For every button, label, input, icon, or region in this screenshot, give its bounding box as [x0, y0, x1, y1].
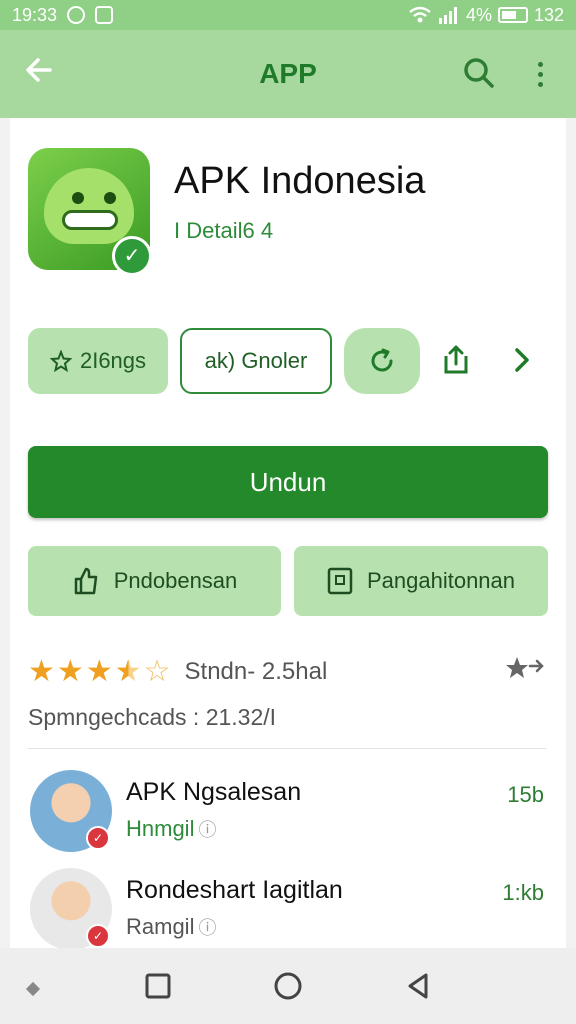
share-button[interactable]: [440, 344, 472, 376]
document-icon: [327, 567, 353, 595]
reviewer-subtitle-text: Hnmgil: [126, 816, 195, 841]
secondary-button-2[interactable]: Pangahitonnan: [294, 546, 548, 616]
star-arrow-icon: [506, 656, 544, 678]
rating-chip-label: 2I6ngs: [79, 348, 147, 373]
rating-row: ★ ★ ★ ★ ☆ Stndn- 2.5hal: [28, 650, 548, 694]
chevron-right-icon: [515, 348, 529, 372]
thumb-up-icon: [74, 567, 97, 595]
refresh-icon: [371, 348, 393, 372]
star-full-icon: ★: [28, 655, 55, 688]
app-bar: APP: [0, 30, 576, 118]
back-button[interactable]: [24, 54, 60, 94]
refresh-button[interactable]: [344, 328, 420, 394]
rating-chip[interactable]: 2I6ngs: [28, 328, 168, 394]
more-options-button[interactable]: [528, 56, 552, 92]
check-badge-icon: ✓: [86, 826, 110, 850]
downloads-text: Spmngechcads : 21.32/I: [28, 704, 277, 730]
download-button-label: Undun: [249, 466, 327, 497]
back-nav-button[interactable]: [400, 968, 436, 1004]
app-subtitle: I Detail6 4: [174, 218, 274, 243]
notification-icon: [67, 6, 86, 24]
reviewer-name: Rondeshart Iagitlan: [126, 876, 343, 904]
mouth-icon: [62, 210, 118, 230]
star-full-icon: ★: [85, 655, 113, 688]
star-rating: ★ ★ ★ ★ ☆: [28, 657, 171, 687]
secondary-button-1-label: Pndobensan: [113, 568, 238, 593]
gallery-icon: [95, 6, 114, 24]
eye-icon: [104, 192, 116, 204]
star-full-icon: ★: [56, 655, 84, 688]
battery-icon: [497, 7, 528, 23]
category-chip[interactable]: ak) Gnolеr: [180, 328, 332, 394]
search-button[interactable]: [462, 56, 498, 92]
info-icon: ⓘ: [198, 820, 217, 840]
category-chip-label: ak) Gnolеr: [204, 348, 308, 373]
wifi-icon: [409, 6, 431, 23]
reviewer-subtitle: Hnmgil ⓘ: [126, 816, 216, 842]
rating-text: Stndn- 2.5hal: [184, 658, 328, 685]
search-icon: [464, 58, 494, 88]
secondary-button-2-label: Pangahitonnan: [366, 568, 516, 593]
triangle-back-icon: [408, 973, 428, 999]
review-size: 1:kb: [502, 880, 544, 905]
star-outline-icon: [49, 350, 72, 372]
secondary-button-1[interactable]: Pndobensan: [28, 546, 281, 616]
list-item[interactable]: ✓ APK Ngsalesan Hnmgil ⓘ 15b: [28, 770, 548, 854]
reviewer-subtitle: Ramgil ⓘ: [126, 914, 216, 940]
status-bar: 19:33 4% 132: [0, 0, 576, 30]
share-icon: [444, 345, 468, 374]
divider: [28, 748, 546, 749]
review-size: 15b: [507, 782, 544, 807]
list-item[interactable]: ✓ Rondeshart Iagitlan Ramgil ⓘ 1:kb: [28, 868, 548, 952]
star-half-icon: ★: [114, 655, 142, 688]
dot-icon: [537, 81, 543, 87]
check-badge-icon: ✓: [86, 924, 110, 948]
reviewer-subtitle-text: Ramgil: [126, 914, 195, 939]
signal-icon: [438, 7, 457, 24]
app-name: APK Indonesia: [174, 160, 426, 202]
star-empty-icon: ☆: [143, 655, 171, 688]
arrow-left-icon: [26, 58, 52, 82]
android-face-icon: [44, 168, 134, 244]
square-icon: [145, 973, 171, 999]
info-icon: ⓘ: [198, 918, 217, 938]
verified-check-icon: ✓: [112, 236, 152, 276]
battery-percent: 4%: [465, 4, 492, 25]
dot-icon: [537, 61, 543, 67]
recents-button[interactable]: [140, 968, 176, 1004]
reviewer-name: APK Ngsalesan: [126, 778, 302, 806]
status-time: 19:33: [12, 4, 58, 25]
system-nav-bar: [0, 948, 576, 1024]
circle-icon: [274, 972, 302, 1000]
home-button[interactable]: [270, 968, 306, 1004]
download-button[interactable]: Undun: [28, 446, 548, 518]
status-extra: 132: [533, 4, 564, 25]
rate-button[interactable]: [504, 654, 548, 691]
dot-icon: [537, 71, 543, 77]
next-button[interactable]: [508, 344, 536, 376]
eye-icon: [72, 192, 84, 204]
